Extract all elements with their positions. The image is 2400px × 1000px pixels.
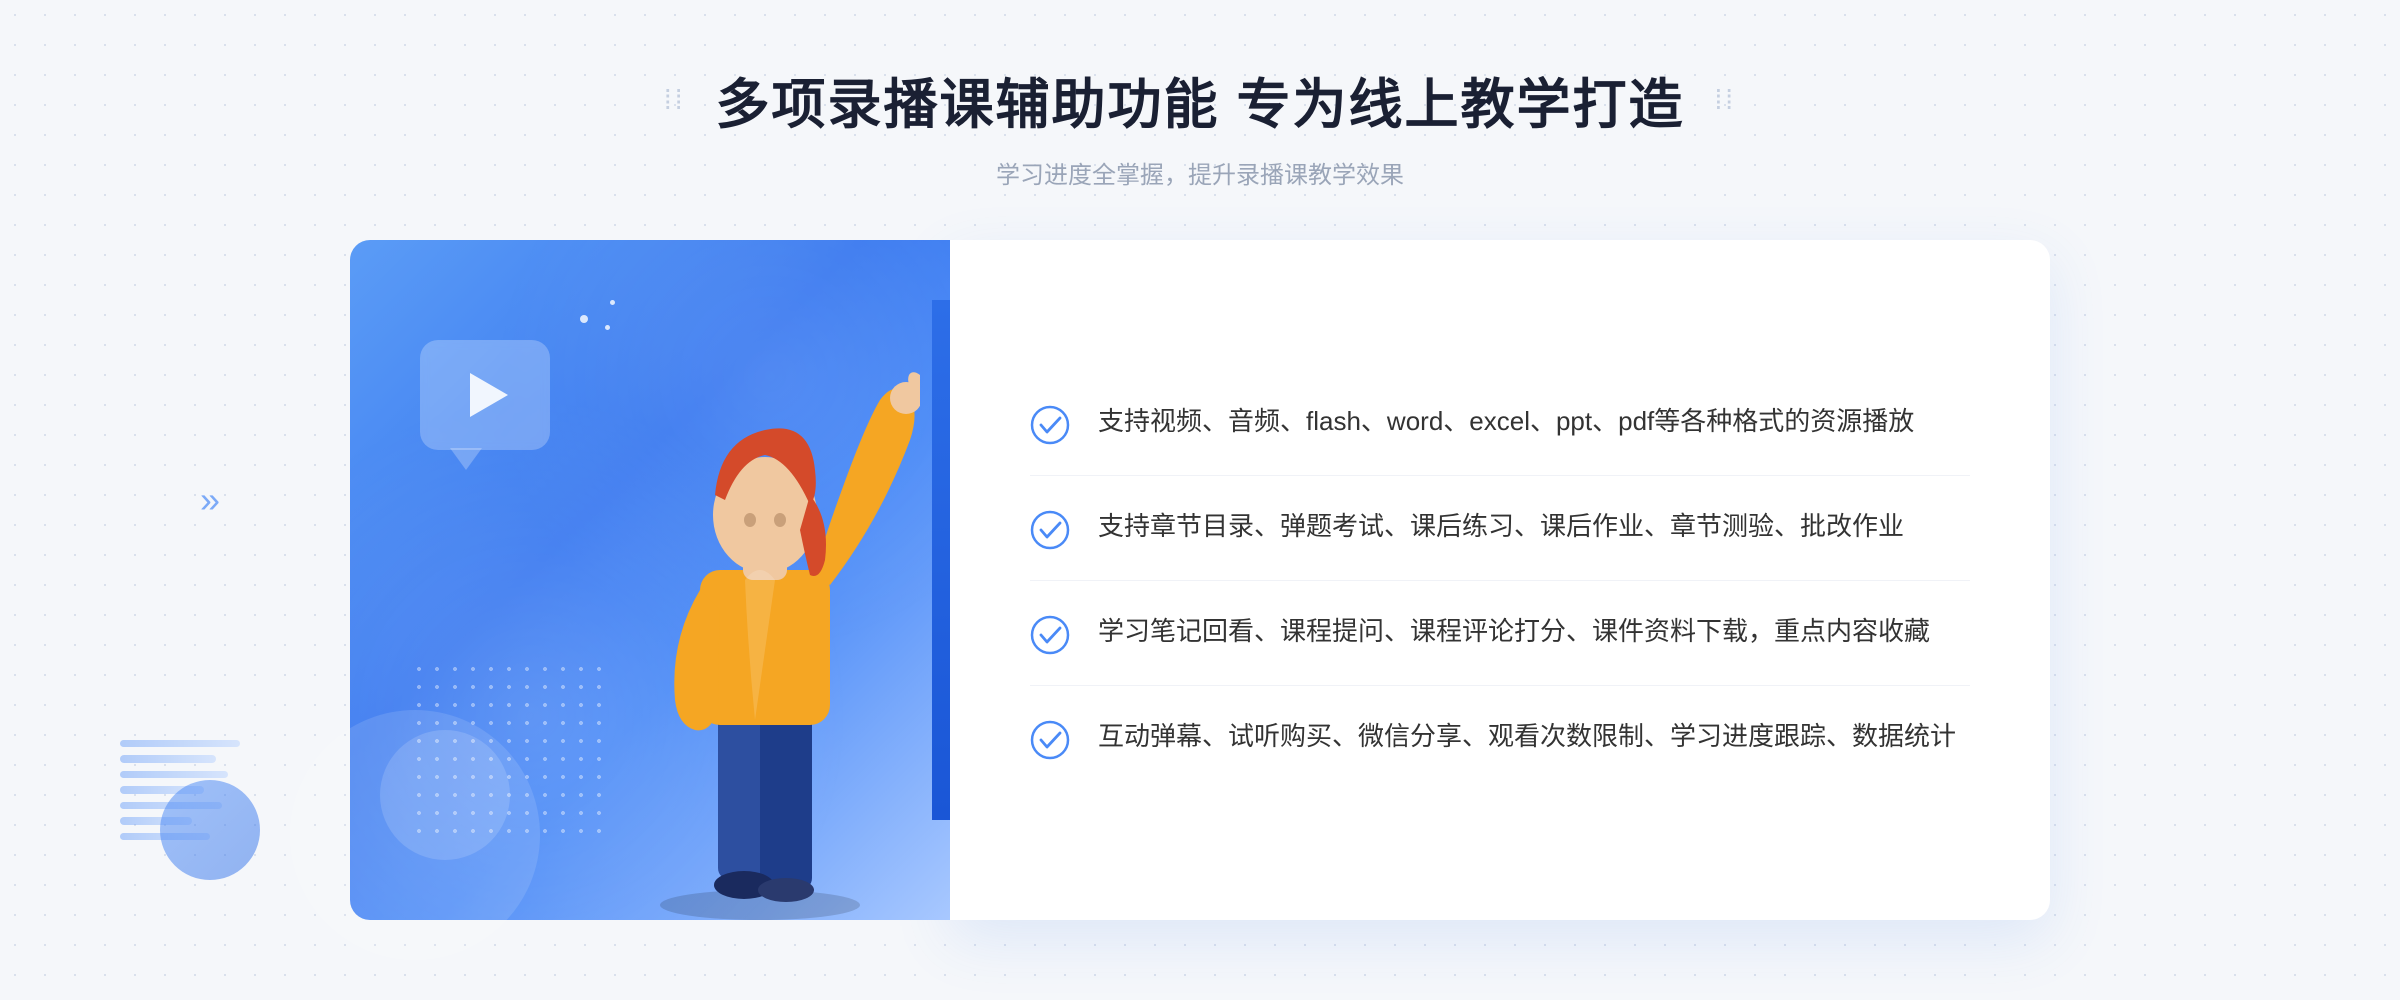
figure-illustration [600, 340, 920, 920]
decorator-right: ⁞⁞ [1715, 84, 1737, 116]
feature-text-2: 支持章节目录、弹题考试、课后练习、课后作业、章节测验、批改作业 [1098, 506, 1904, 548]
left-arrow-decoration: » [200, 479, 220, 521]
deco-circle-medium [380, 730, 510, 860]
main-title: 多项录播课辅助功能 专为线上教学打造 [715, 60, 1684, 139]
page-container: » ⁞⁞ 多项录播课辅助功能 专为线上教学打造 ⁞⁞ 学习进度全掌握，提升录播课… [0, 0, 2400, 1000]
check-icon-1 [1030, 405, 1070, 445]
sub-title: 学习进度全掌握，提升录播课教学效果 [664, 155, 1736, 190]
sparkle-2 [610, 300, 615, 305]
feature-item-1: 支持视频、音频、flash、word、excel、ppt、pdf等各种格式的资源… [1030, 371, 1970, 476]
feature-text-1: 支持视频、音频、flash、word、excel、ppt、pdf等各种格式的资源… [1098, 401, 1914, 443]
sparkle-3 [605, 325, 610, 330]
header-decorators: ⁞⁞ 多项录播课辅助功能 专为线上教学打造 ⁞⁞ [664, 60, 1736, 139]
illustration-panel [350, 240, 950, 920]
check-icon-2 [1030, 510, 1070, 550]
decorator-left: ⁞⁞ [664, 84, 686, 116]
feature-item-2: 支持章节目录、弹题考试、课后练习、课后作业、章节测验、批改作业 [1030, 476, 1970, 581]
check-icon-4 [1030, 720, 1070, 760]
feature-text-4: 互动弹幕、试听购买、微信分享、观看次数限制、学习进度跟踪、数据统计 [1098, 716, 1956, 758]
feature-item-4: 互动弹幕、试听购买、微信分享、观看次数限制、学习进度跟踪、数据统计 [1030, 686, 1970, 790]
content-area: 支持视频、音频、flash、word、excel、ppt、pdf等各种格式的资源… [350, 240, 2050, 920]
feature-text-3: 学习笔记回看、课程提问、课程评论打分、课件资料下载，重点内容收藏 [1098, 611, 1930, 653]
content-panel: 支持视频、音频、flash、word、excel、ppt、pdf等各种格式的资源… [950, 240, 2050, 920]
floating-circle-blue [160, 780, 260, 880]
blue-bar-decoration [932, 300, 950, 820]
play-icon [470, 373, 508, 417]
sparkle-1 [580, 315, 588, 323]
feature-item-3: 学习笔记回看、课程提问、课程评论打分、课件资料下载，重点内容收藏 [1030, 581, 1970, 686]
header-section: ⁞⁞ 多项录播课辅助功能 专为线上教学打造 ⁞⁞ 学习进度全掌握，提升录播课教学… [664, 60, 1736, 190]
features-list: 支持视频、音频、flash、word、excel、ppt、pdf等各种格式的资源… [1030, 371, 1970, 790]
play-bubble [420, 340, 550, 450]
check-icon-3 [1030, 615, 1070, 655]
